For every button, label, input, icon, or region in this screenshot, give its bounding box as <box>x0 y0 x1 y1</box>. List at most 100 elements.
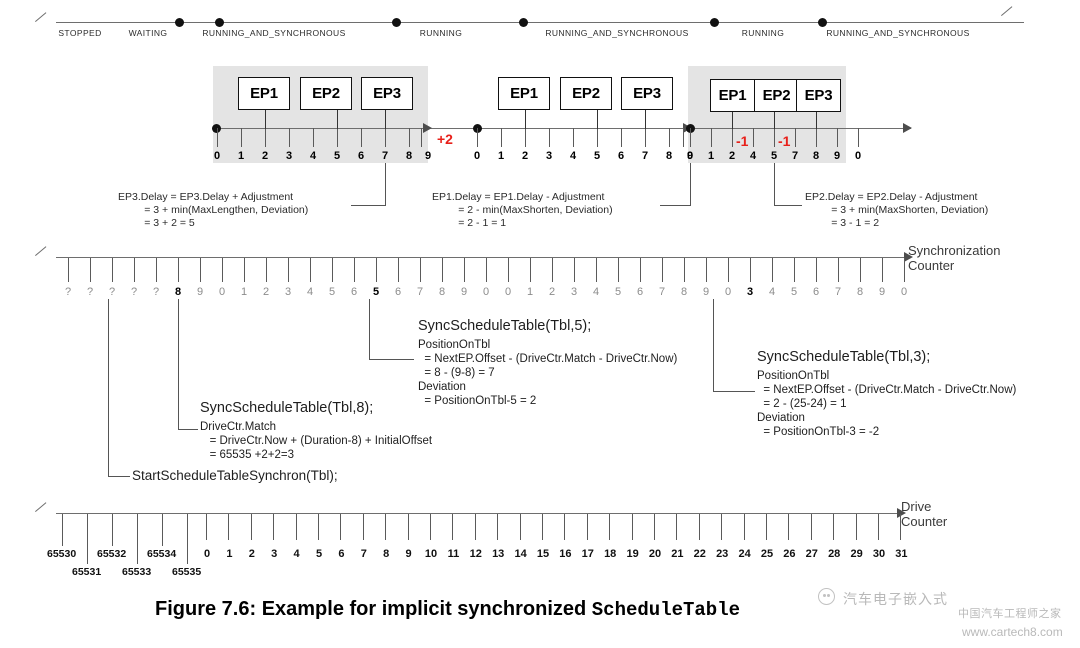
expiry-point-ep2[interactable]: EP2 <box>560 77 612 110</box>
state-label-running-sync: RUNNING_AND_SYNCHRONOUS <box>202 28 346 38</box>
state-label-running-sync: RUNNING_AND_SYNCHRONOUS <box>826 28 970 38</box>
sync-tick-label: 9 <box>702 286 710 298</box>
sync-tick-label: 6 <box>394 286 402 298</box>
tick <box>774 128 775 147</box>
axis-break-icon <box>35 502 55 522</box>
tick <box>772 258 773 282</box>
drive-tick-label: 0 <box>203 548 211 560</box>
drive-label-65533: 65533 <box>122 566 152 578</box>
sync-tick-label: ? <box>108 286 116 298</box>
drive-tick-label: 1 <box>226 548 233 560</box>
tick <box>662 258 663 282</box>
tick-label: 7 <box>641 150 649 162</box>
watermark-cn-line1: 汽车电子嵌入式 <box>843 591 948 607</box>
drive-tick-label: 31 <box>895 548 908 560</box>
leader-line <box>774 205 802 206</box>
tick <box>112 514 113 546</box>
drive-label-65530: 65530 <box>47 548 77 560</box>
state-label-running: RUNNING <box>419 28 463 38</box>
tick <box>474 514 476 540</box>
drive-tick-label: 22 <box>693 548 706 560</box>
drive-tick-label: 16 <box>559 548 572 560</box>
tick <box>645 128 646 147</box>
tick <box>385 514 387 540</box>
tick <box>732 128 733 147</box>
sync-tick-label: 5 <box>790 286 798 298</box>
tick <box>904 258 905 282</box>
sync-tick-label: 9 <box>460 286 468 298</box>
tick <box>750 258 751 282</box>
sync-tick-label: ? <box>130 286 138 298</box>
sync-tick-label: 0 <box>482 286 490 298</box>
expiry-point-ep1[interactable]: EP1 <box>710 79 755 112</box>
expiry-point-ep1[interactable]: EP1 <box>238 77 290 110</box>
tick-label: 4 <box>569 150 577 162</box>
sync-tick-label: 0 <box>724 286 732 298</box>
leader-line <box>713 391 755 392</box>
drive-tick-label: 17 <box>581 548 594 560</box>
watermark-url: www.cartech8.com <box>962 625 1063 639</box>
ep-stem <box>337 110 338 129</box>
tick <box>241 128 242 147</box>
drive-tick-label: 20 <box>648 548 662 560</box>
tick <box>721 514 723 540</box>
tick <box>766 514 767 540</box>
state-transition-dot <box>215 18 224 27</box>
drive-label-65531: 65531 <box>72 566 102 578</box>
delay-note-ep3: EP3.Delay = EP3.Delay + Adjustment = 3 +… <box>118 191 309 229</box>
sync-tick-label: 0 <box>900 286 908 298</box>
tick <box>683 128 684 147</box>
expiry-point-ep2[interactable]: EP2 <box>300 77 352 110</box>
sync-tick-label: ? <box>64 286 72 298</box>
tick <box>788 514 790 540</box>
tick <box>420 258 421 282</box>
expiry-point-ep3[interactable]: EP3 <box>621 77 673 110</box>
sync-tick-label: 2 <box>262 286 270 298</box>
expiry-point-ep1[interactable]: EP1 <box>498 77 550 110</box>
tick <box>711 128 712 147</box>
tick <box>654 514 655 540</box>
expiry-point-ep3[interactable]: EP3 <box>361 77 413 110</box>
tick-label: 4 <box>749 150 757 162</box>
drive-axis-label-line2: Counter <box>901 514 948 529</box>
expiry-point-ep3[interactable]: EP3 <box>796 79 841 112</box>
leader-line <box>369 299 370 359</box>
tick <box>795 128 796 147</box>
sync-tick-label: 1 <box>240 286 248 298</box>
tick <box>690 128 691 147</box>
tick <box>228 514 230 540</box>
schedule-axis-line <box>216 128 911 129</box>
leader-line <box>385 163 386 191</box>
axis-break-icon <box>35 246 55 266</box>
tick <box>816 128 817 147</box>
tick <box>900 514 902 540</box>
state-transition-dot <box>175 18 184 27</box>
sync-tick-label: 9 <box>196 286 204 298</box>
tick <box>743 514 745 540</box>
tick-label: 0 <box>473 150 481 162</box>
tick <box>398 258 399 282</box>
tick <box>288 258 289 282</box>
drive-tick-label: 30 <box>872 548 886 560</box>
delay-note-ep2: EP2.Delay = EP2.Delay - Adjustment = 3 +… <box>805 191 989 229</box>
drive-tick-label: 27 <box>805 548 818 560</box>
expiry-point-ep2[interactable]: EP2 <box>754 79 799 112</box>
tick <box>68 258 69 282</box>
sync-note-tbl5-title: SyncScheduleTable(Tbl,5); <box>418 318 592 334</box>
tick <box>385 128 386 147</box>
drive-tick-label: 14 <box>514 548 527 560</box>
sync-tick-label: 8 <box>438 286 446 298</box>
drive-tick-label: 19 <box>626 548 639 560</box>
drive-label-65532: 65532 <box>97 548 127 560</box>
sync-tick-label: 0 <box>504 286 512 298</box>
drive-tick-label: 21 <box>671 548 684 560</box>
adjustment-label-minus1-b: -1 <box>778 133 791 149</box>
leader-line <box>385 191 386 206</box>
drive-tick-label: 10 <box>424 548 438 560</box>
sync-tick-label: 7 <box>834 286 842 298</box>
tick <box>684 258 685 282</box>
drive-tick-label: 26 <box>783 548 796 560</box>
drive-tick-label: 12 <box>469 548 482 560</box>
drive-tick-label: 8 <box>383 548 390 560</box>
tick-label: 1 <box>707 150 715 162</box>
